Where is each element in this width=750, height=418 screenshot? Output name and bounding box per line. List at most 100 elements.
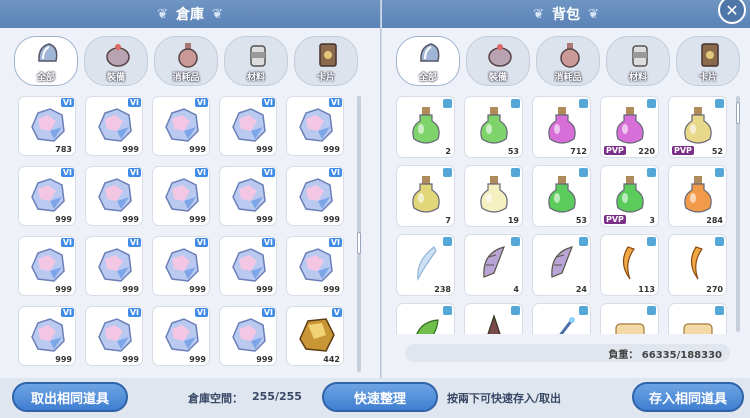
bag-item-slot[interactable]: 270 [668, 234, 727, 296]
rank-badge: VI [261, 168, 275, 177]
tab-all[interactable]: 全部 [14, 36, 78, 86]
bag-item-slot[interactable]: PVP 52 [668, 96, 727, 158]
lock-icon [443, 237, 452, 246]
warehouse-item-slot[interactable]: VI 999 [85, 166, 143, 226]
warehouse-item-slot[interactable]: VI 999 [219, 166, 277, 226]
warehouse-item-slot[interactable]: VI 999 [152, 236, 210, 296]
tab-equipment[interactable]: 裝備 [466, 36, 530, 86]
bag-item-slot[interactable] [668, 303, 727, 334]
potion-icon [178, 43, 198, 68]
bag-item-slot[interactable]: 238 [396, 234, 455, 296]
tab-consumables[interactable]: 消耗品 [154, 36, 218, 86]
bag-item-slot[interactable]: 53 [532, 165, 591, 227]
bag-item-slot[interactable] [532, 303, 591, 334]
warehouse-item-slot[interactable]: VI 999 [219, 236, 277, 296]
warehouse-scroll-thumb[interactable] [357, 232, 361, 254]
warehouse-item-slot[interactable]: VI 999 [152, 96, 210, 156]
rank-badge: VI [60, 308, 74, 317]
item-quantity: 999 [122, 145, 139, 154]
warehouse-item-slot[interactable]: VI 999 [18, 306, 76, 366]
bag-item-slot[interactable] [396, 303, 455, 334]
lock-icon [443, 168, 452, 177]
lock-icon [511, 306, 520, 315]
item-quantity: 999 [256, 145, 273, 154]
tab-materials[interactable]: 材料 [224, 36, 288, 86]
bag-item-slot[interactable]: PVP 220 [600, 96, 659, 158]
warehouse-item-slot[interactable]: VI 999 [286, 236, 344, 296]
rank-badge: VI [261, 308, 275, 317]
warehouse-item-slot[interactable]: VI 999 [85, 306, 143, 366]
item-quantity: 999 [189, 285, 206, 294]
bag-scrollbar[interactable] [736, 96, 740, 332]
item-quantity: 53 [507, 147, 519, 156]
butterfly-wing-icon [483, 246, 505, 278]
bag-scroll-thumb[interactable] [736, 102, 740, 124]
warehouse-item-slot[interactable]: VI 999 [219, 306, 277, 366]
equipment-icon [106, 44, 130, 67]
warehouse-item-slot[interactable]: V 442 [286, 306, 344, 366]
warehouse-item-slot[interactable]: VI 999 [18, 166, 76, 226]
warehouse-title: 倉庫 [176, 7, 204, 23]
tab-consumables[interactable]: 消耗品 [536, 36, 600, 86]
rank-badge: VI [60, 168, 74, 177]
warehouse-tabs: 全部 裝備 消耗品 材料 卡片 [14, 36, 358, 86]
rank-badge: VI [261, 98, 275, 107]
item-quantity: 220 [638, 147, 655, 156]
crystal-ore-icon [232, 178, 266, 212]
tab-cards[interactable]: 卡片 [676, 36, 740, 86]
bag-item-slot[interactable]: 19 [464, 165, 523, 227]
rank-badge: VI [127, 168, 141, 177]
bag-item-slot[interactable]: 2 [396, 96, 455, 158]
warehouse-item-slot[interactable]: VI 783 [18, 96, 76, 156]
bag-item-slot[interactable]: 24 [532, 234, 591, 296]
warehouse-panel: ❦ 倉庫 ❦ 全部 裝備 消耗品 材料 卡片 VI 783 VI 999 VI 999 VI… [0, 0, 381, 378]
warehouse-item-slot[interactable]: VI 999 [286, 166, 344, 226]
item-quantity: 999 [55, 355, 72, 364]
bag-item-slot[interactable]: PVP 3 [600, 165, 659, 227]
lock-icon [647, 237, 656, 246]
rank-badge: VI [60, 238, 74, 247]
bag-item-slot[interactable]: 712 [532, 96, 591, 158]
tab-materials[interactable]: 材料 [606, 36, 670, 86]
material-icon [632, 45, 648, 67]
quick-sort-button[interactable]: 快速整理 [322, 382, 438, 412]
warehouse-item-slot[interactable]: VI 999 [85, 96, 143, 156]
take-same-items-button[interactable]: 取出相同道具 [12, 382, 128, 412]
tab-equipment[interactable]: 裝備 [84, 36, 148, 86]
tab-all[interactable]: 全部 [396, 36, 460, 86]
potion-icon [412, 107, 440, 144]
all-category-icon [38, 43, 58, 62]
crystal-ore-icon [98, 318, 132, 352]
rank-badge: VI [194, 168, 208, 177]
tab-label: 卡片 [316, 73, 335, 83]
warehouse-item-slot[interactable]: VI 999 [85, 236, 143, 296]
item-quantity: 19 [507, 216, 519, 225]
store-same-items-button[interactable]: 存入相同道具 [632, 382, 744, 412]
feather-icon [417, 246, 437, 282]
bag-item-slot[interactable]: 53 [464, 96, 523, 158]
warehouse-item-slot[interactable]: VI 999 [286, 96, 344, 156]
bag-item-slot[interactable]: 113 [600, 234, 659, 296]
item-quantity: 4 [513, 285, 519, 294]
bag-item-slot[interactable] [464, 303, 523, 334]
warehouse-item-slot[interactable]: VI 999 [152, 306, 210, 366]
lock-icon [715, 99, 724, 108]
item-quantity: 999 [122, 285, 139, 294]
rank-badge: VI [127, 98, 141, 107]
crystal-ore-icon [232, 318, 266, 352]
bag-item-slot[interactable]: 284 [668, 165, 727, 227]
bag-item-slot[interactable] [600, 303, 659, 334]
lock-icon [647, 99, 656, 108]
item-quantity: 284 [706, 216, 723, 225]
material-icon [250, 45, 266, 67]
crystal-ore-icon [232, 108, 266, 142]
bag-item-slot[interactable]: 7 [396, 165, 455, 227]
warehouse-item-slot[interactable]: VI 999 [18, 236, 76, 296]
weight-display: 負重： 66335/188330 [405, 344, 730, 362]
bag-item-slot[interactable]: 4 [464, 234, 523, 296]
tab-cards[interactable]: 卡片 [294, 36, 358, 86]
warehouse-item-slot[interactable]: VI 999 [152, 166, 210, 226]
warehouse-item-slot[interactable]: VI 999 [219, 96, 277, 156]
warehouse-scrollbar[interactable] [357, 96, 361, 372]
tab-label: 消耗品 [554, 73, 582, 83]
